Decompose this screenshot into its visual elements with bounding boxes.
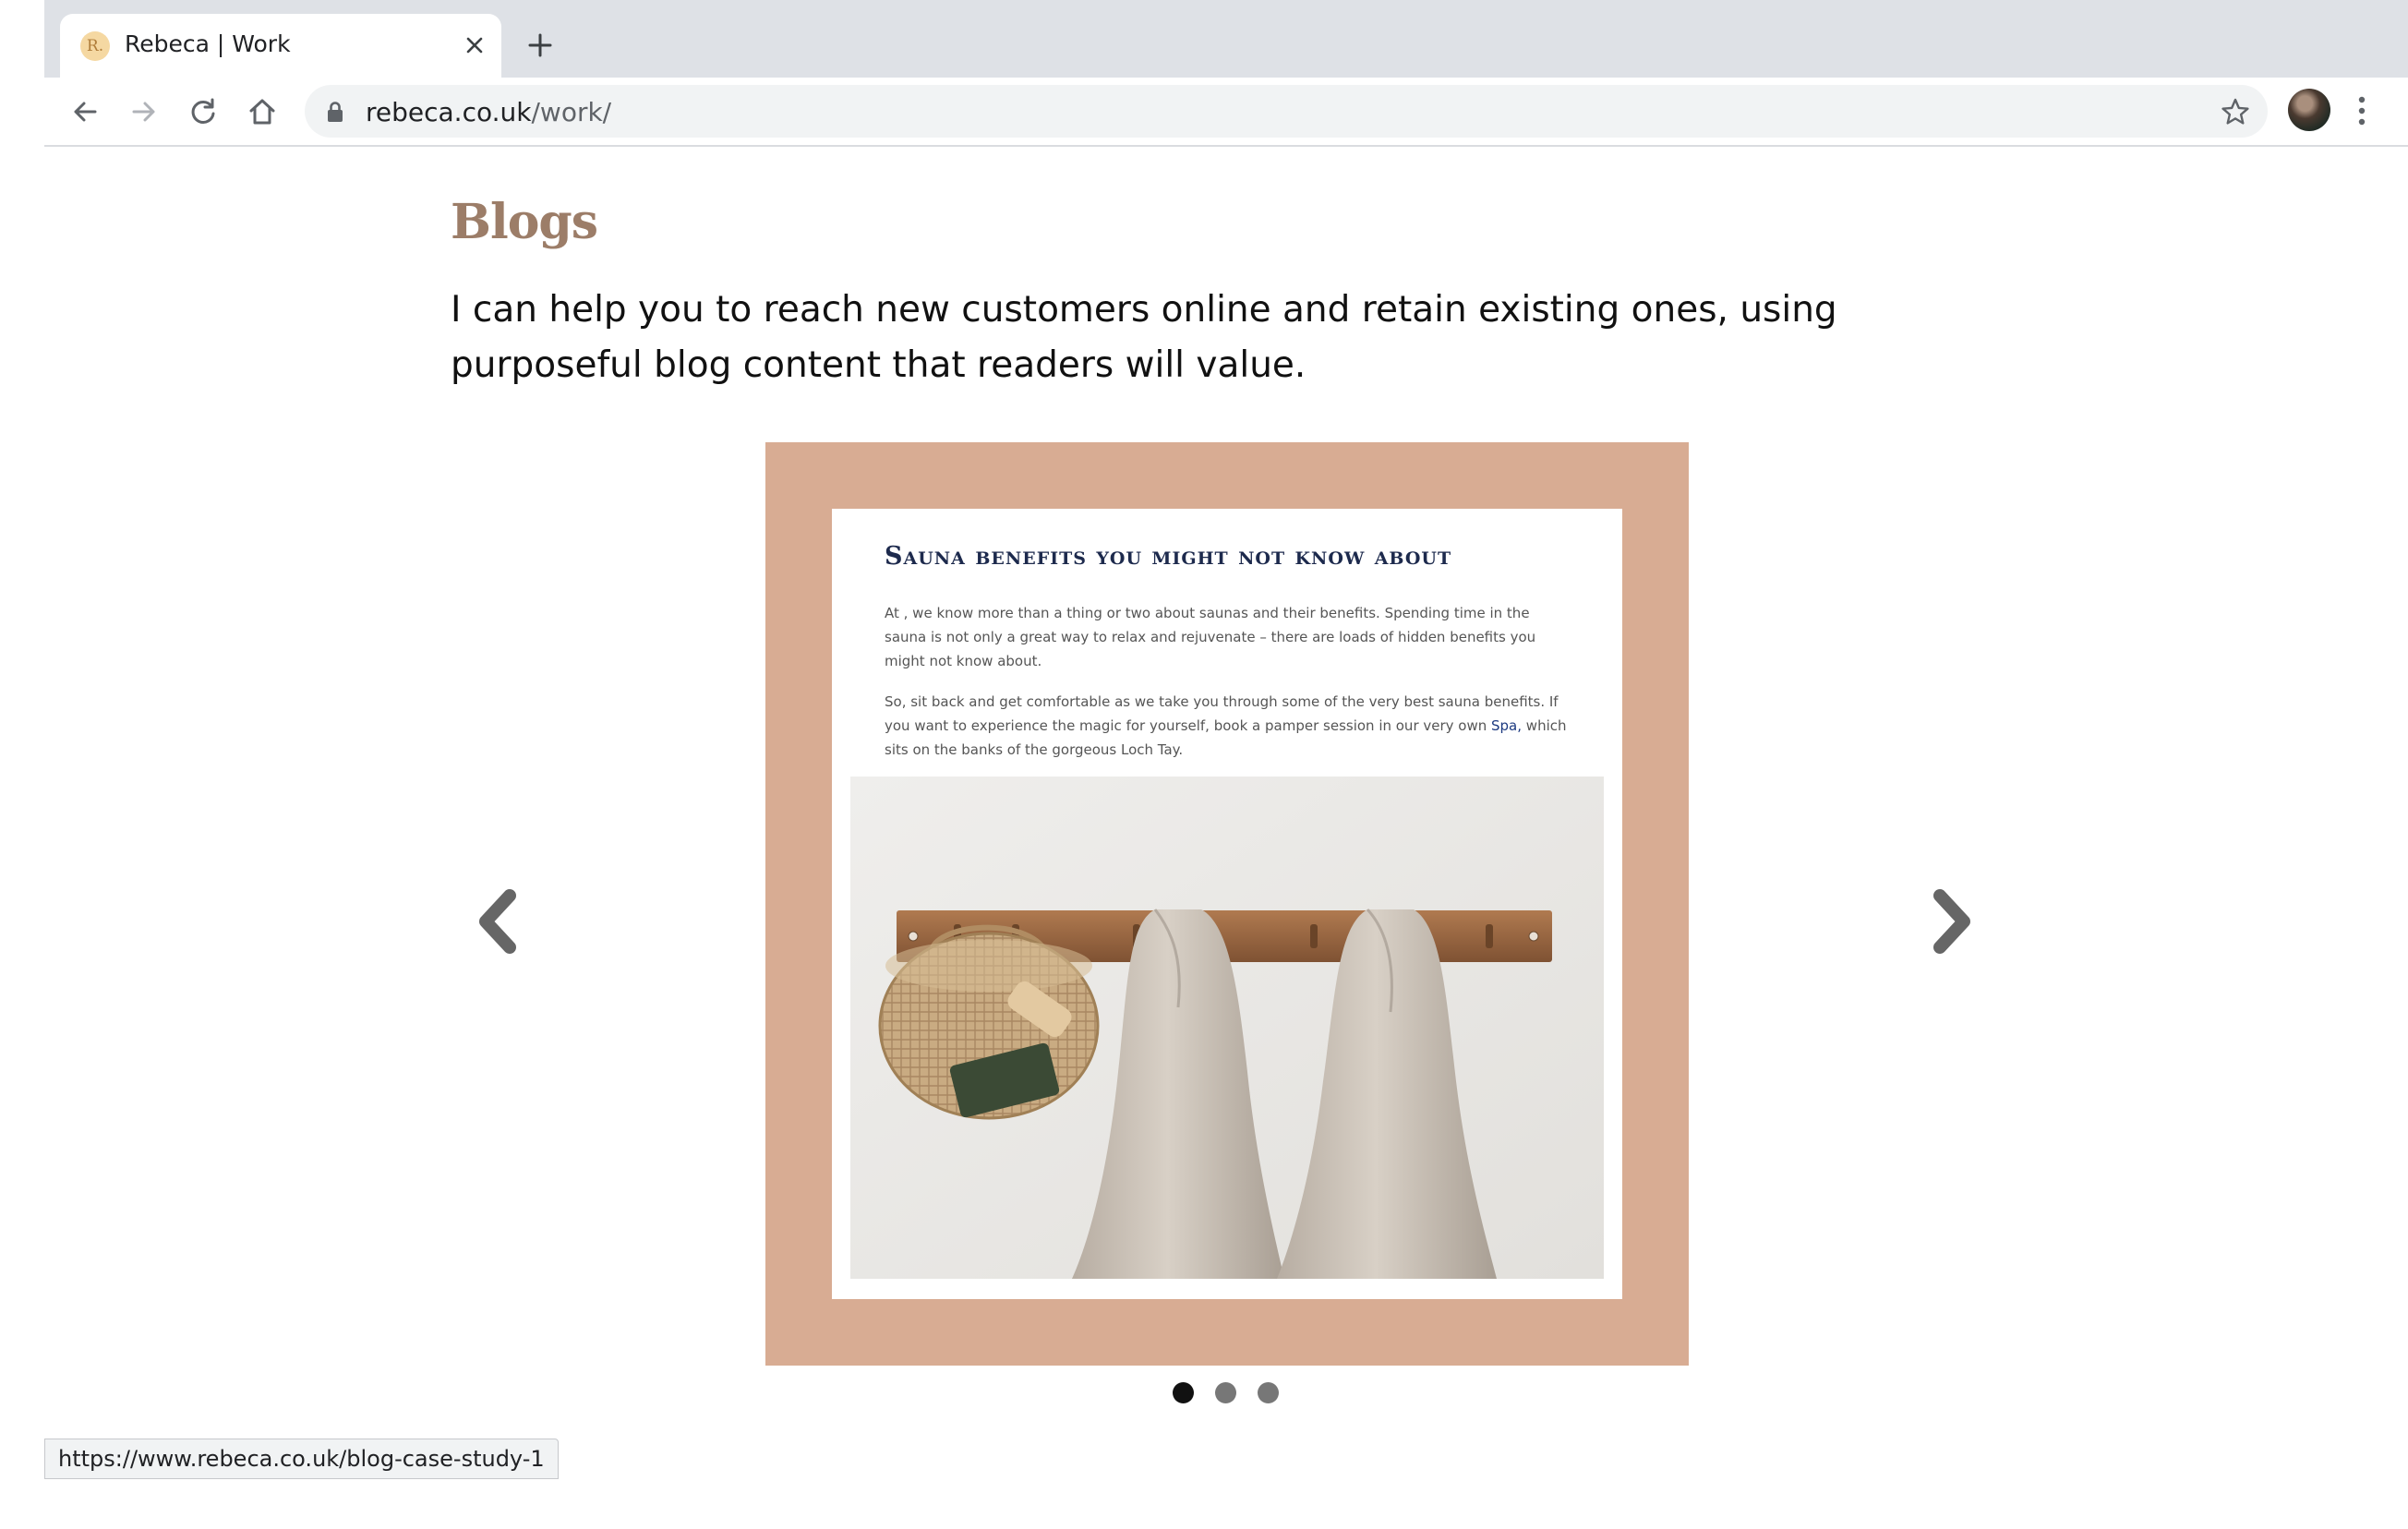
carousel-dot-3[interactable]: [1258, 1382, 1279, 1403]
lock-icon[interactable]: [325, 101, 345, 123]
tab-title: Rebeca | Work: [125, 30, 291, 57]
kebab-menu-icon[interactable]: [2353, 90, 2371, 131]
close-icon[interactable]: [459, 30, 490, 61]
chevron-left-icon[interactable]: [471, 885, 526, 958]
toolbar: rebeca.co.uk/work/: [44, 78, 2408, 147]
link-status-bar: https://www.rebeca.co.uk/blog-case-study…: [44, 1439, 559, 1479]
avatar[interactable]: [2288, 89, 2330, 131]
carousel-dot-1[interactable]: [1173, 1382, 1194, 1403]
blog-page-preview: Sauna benefits you might not know about …: [832, 509, 1622, 1299]
blog-paragraph-2-text: So, sit back and get comfortable as we t…: [885, 693, 1559, 734]
plus-icon[interactable]: [524, 30, 556, 61]
address-bar[interactable]: rebeca.co.uk/work/: [305, 85, 2268, 138]
favicon-icon: R.: [80, 31, 110, 61]
star-icon[interactable]: [2220, 96, 2251, 127]
chevron-right-icon[interactable]: [1923, 885, 1979, 958]
tab-strip: R. Rebeca | Work: [44, 0, 2408, 78]
section-title: Blogs: [451, 194, 598, 250]
section-intro: I can help you to reach new customers on…: [451, 289, 1837, 386]
home-icon[interactable]: [245, 94, 280, 129]
url-text[interactable]: rebeca.co.uk/work/: [366, 97, 611, 127]
blog-post-title: Sauna benefits you might not know about: [885, 542, 1452, 571]
url-host: rebeca.co.uk: [366, 97, 532, 127]
carousel-slide[interactable]: Sauna benefits you might not know about …: [765, 442, 1689, 1366]
forward-arrow-icon[interactable]: [126, 94, 162, 129]
tab-active[interactable]: R. Rebeca | Work: [60, 14, 501, 78]
browser-chrome: R. Rebeca | Work rebeca.co.uk/work/: [44, 0, 2408, 147]
towels-hook-rack-photo: [850, 777, 1604, 1279]
carousel-pagination: [1173, 1382, 1283, 1404]
spa-link: Spa,: [1491, 717, 1523, 734]
back-arrow-icon[interactable]: [67, 94, 102, 129]
carousel-dot-2[interactable]: [1215, 1382, 1236, 1403]
blog-paragraph-2: So, sit back and get comfortable as we t…: [885, 690, 1572, 762]
url-path: /work/: [531, 97, 612, 127]
blog-paragraph-1: At , we know more than a thing or two ab…: [885, 605, 1536, 669]
reload-icon[interactable]: [186, 94, 221, 129]
